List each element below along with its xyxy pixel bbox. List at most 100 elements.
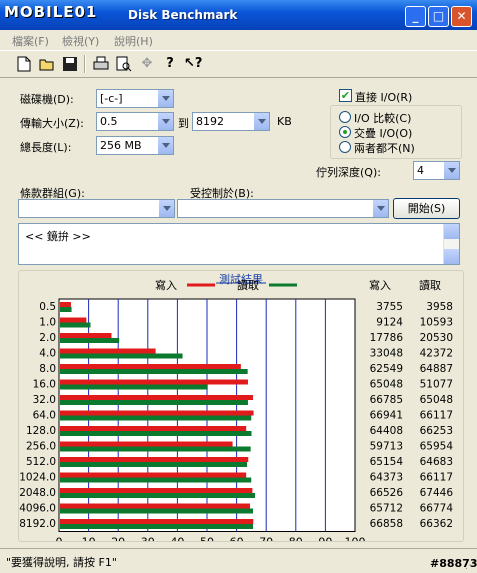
read-bar <box>60 524 253 529</box>
watermark-id: #88873 <box>430 557 477 570</box>
read-value: 42372 <box>420 348 453 360</box>
x-tick-label: 60 <box>230 536 244 542</box>
x-tick-label: 80 <box>289 536 303 542</box>
write-bar <box>60 333 112 338</box>
y-tick-label: 4.0 <box>39 348 56 360</box>
close-button[interactable]: ✕ <box>451 6 472 27</box>
title-bar[interactable]: MOBILE01 Disk Benchmark _ □ ✕ <box>0 0 477 30</box>
print-preview-icon[interactable] <box>116 56 132 72</box>
direct-io-label: 直接 I/O(R) <box>355 91 413 104</box>
y-tick-label: 64.0 <box>33 410 56 422</box>
queue-depth-select[interactable]: 4 <box>413 161 460 180</box>
chevron-down-icon[interactable] <box>158 200 174 217</box>
radio-io-compare[interactable] <box>339 111 351 123</box>
read-bar <box>60 477 252 483</box>
read-value: 20530 <box>420 332 453 344</box>
y-tick-label: 256.0 <box>26 441 56 453</box>
minimize-button[interactable]: _ <box>405 6 426 27</box>
group-select[interactable] <box>18 199 175 218</box>
radio-neither[interactable] <box>339 141 351 153</box>
transfer-to-select[interactable]: 8192 <box>192 112 270 131</box>
x-tick-label: 100 <box>345 536 366 542</box>
y-tick-label: 2048.0 <box>19 487 56 499</box>
y-tick-label: 2.0 <box>39 332 56 344</box>
read-value: 65954 <box>420 441 454 453</box>
menu-file[interactable]: 檔案(F) <box>12 33 49 49</box>
write-bar <box>60 302 71 307</box>
save-icon[interactable] <box>62 56 78 72</box>
io-mode-group: I/O 比較(C) 交疊 I/O(O) 兩者都不(N) <box>330 105 462 159</box>
write-bar <box>60 317 87 323</box>
transfer-from-select[interactable]: 0.5 <box>96 112 174 131</box>
write-bar <box>60 395 253 400</box>
control-select[interactable] <box>177 199 389 218</box>
status-text: "要獲得說明, 請按 F1" <box>6 556 117 569</box>
write-bar <box>60 426 247 431</box>
y-tick-label: 32.0 <box>33 394 56 406</box>
write-value: 65048 <box>370 379 403 391</box>
write-value: 66941 <box>370 410 403 422</box>
write-value: 59713 <box>370 441 403 453</box>
chevron-down-icon[interactable] <box>157 113 173 130</box>
x-tick-label: 10 <box>82 536 96 542</box>
chevron-down-icon[interactable] <box>443 162 459 179</box>
write-bar <box>60 503 251 509</box>
write-value: 17786 <box>370 332 404 344</box>
menu-view[interactable]: 檢視(Y) <box>62 33 99 49</box>
write-bar <box>60 472 247 478</box>
write-bar <box>60 379 248 385</box>
direct-io-checkbox[interactable]: ✔ <box>339 89 352 102</box>
window-title: Disk Benchmark <box>128 8 238 22</box>
queue-depth-label: 佇列深度(Q): <box>316 166 381 179</box>
log-scrollbar[interactable] <box>443 224 459 264</box>
scroll-up-icon[interactable] <box>444 224 459 239</box>
read-value: 67446 <box>420 487 454 499</box>
print-icon[interactable] <box>93 56 109 72</box>
total-length-label: 總長度(L): <box>20 141 72 154</box>
legend-read-label: 讀取 <box>237 278 259 292</box>
context-help-icon[interactable]: ↖? <box>184 56 202 72</box>
chevron-down-icon[interactable] <box>157 137 173 154</box>
write-value: 33048 <box>370 348 403 360</box>
move-icon[interactable]: ✥ <box>139 56 155 72</box>
maximize-button[interactable]: □ <box>428 6 449 27</box>
help-icon[interactable]: ? <box>162 56 178 72</box>
drive-select[interactable]: [-c-] <box>96 89 174 108</box>
new-file-icon[interactable] <box>16 56 32 72</box>
menu-bar: 檔案(F) 檢視(Y) 說明(H) <box>0 30 477 50</box>
menu-help[interactable]: 說明(H) <box>114 33 153 49</box>
read-bar <box>60 322 91 328</box>
radio-overlapped-io[interactable] <box>339 126 351 138</box>
y-tick-label: 1.0 <box>39 317 56 329</box>
read-value: 51077 <box>420 379 453 391</box>
radio-overlapped-io-label: 交疊 I/O(O) <box>354 127 413 140</box>
total-length-select[interactable]: 256 MB <box>96 136 174 155</box>
write-value: 64373 <box>370 472 403 484</box>
y-tick-label: 512.0 <box>26 456 56 468</box>
read-bar <box>60 415 252 421</box>
read-value: 65048 <box>420 394 453 406</box>
read-value: 66253 <box>420 425 453 437</box>
read-value: 66117 <box>420 472 453 484</box>
log-textarea[interactable]: << 鏡拚 >> <box>18 223 460 265</box>
y-tick-label: 1024.0 <box>19 472 56 484</box>
scroll-down-icon[interactable] <box>444 249 459 264</box>
transfer-to-label: 到 <box>178 117 189 130</box>
read-bar <box>60 400 248 405</box>
chevron-down-icon[interactable] <box>157 90 173 107</box>
open-folder-icon[interactable] <box>39 56 55 72</box>
read-bar <box>60 462 248 467</box>
chevron-down-icon[interactable] <box>372 200 388 217</box>
x-tick-label: 50 <box>200 536 214 542</box>
radio-io-compare-label: I/O 比較(C) <box>354 112 412 125</box>
write-bar <box>60 488 253 493</box>
write-value: 3755 <box>376 301 403 313</box>
read-bar <box>60 353 183 359</box>
start-button[interactable]: 開始(S) <box>393 198 460 219</box>
x-tick-label: 20 <box>111 536 125 542</box>
write-bar <box>60 441 233 447</box>
x-tick-label: 90 <box>318 536 332 542</box>
transfer-unit: KB <box>277 115 292 128</box>
chevron-down-icon[interactable] <box>253 113 269 130</box>
read-bar <box>60 369 248 374</box>
